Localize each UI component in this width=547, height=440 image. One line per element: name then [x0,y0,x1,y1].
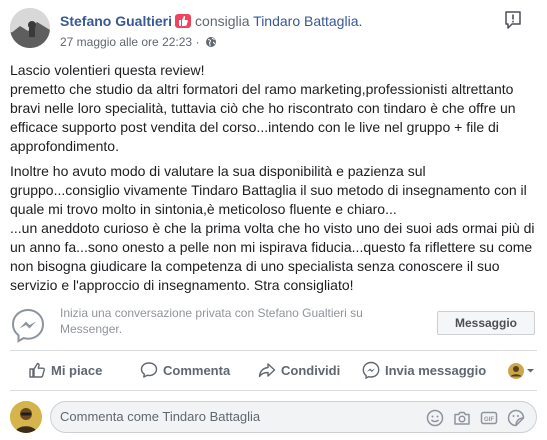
message-button[interactable]: Messaggio [437,311,535,335]
send-message-button[interactable]: Invia messaggio [362,358,486,384]
globe-icon [205,36,217,51]
like-label: Mi piace [51,363,103,378]
share-label: Condividi [281,363,341,378]
messenger-prompt: Inizia una conversazione privata con Ste… [10,305,537,345]
like-button[interactable]: Mi piace [28,358,102,384]
recommend-verb: consiglia [195,13,250,29]
meta-separator: · [195,35,200,49]
post-actions: Mi piace Commenta Condividi Invia messag… [10,358,537,384]
chevron-down-icon [527,369,534,373]
post-meta: 27 maggio alle ore 22:23 · [60,35,217,51]
messenger-icon [10,307,46,343]
author-name-link[interactable]: Stefano Gualtieri [60,13,172,29]
comment-composer: GIF [10,400,537,434]
emoji-icon[interactable] [426,409,444,427]
post-header: Stefano Gualtieri consiglia Tindaro Batta… [10,8,537,54]
thumbs-up-icon [29,362,45,378]
svg-text:GIF: GIF [484,417,494,423]
messenger-send-icon [362,361,380,380]
share-arrow-icon [258,363,276,378]
post-timestamp[interactable]: 27 maggio alle ore 22:23 [60,35,192,49]
comment-label: Commenta [163,363,231,378]
camera-icon[interactable] [453,409,471,427]
comment-input[interactable] [60,402,410,432]
author-line: Stefano Gualtieri consiglia Tindaro Batta… [60,13,362,29]
report-icon[interactable] [503,10,523,30]
send-message-label: Invia messaggio [385,363,487,378]
comment-box: GIF [50,401,537,433]
commenter-avatar[interactable] [10,401,42,433]
review-post: Stefano Gualtieri consiglia Tindaro Batta… [0,0,547,440]
speech-bubble-icon [140,362,158,378]
comment-button[interactable]: Commenta [140,358,230,384]
divider [10,390,537,391]
share-button[interactable]: Condividi [258,358,340,384]
messenger-prompt-text: Inizia una conversazione privata con Ste… [60,306,363,336]
audience-selector[interactable] [507,362,537,380]
recommend-badge-icon [175,14,192,28]
author-avatar[interactable] [10,8,50,48]
page-name-link[interactable]: Tindaro Battaglia. [253,13,362,29]
divider [10,350,537,351]
gif-icon[interactable]: GIF [480,409,498,427]
post-content: Lascio volentieri questa review! premett… [10,61,537,301]
post-paragraph: Inoltre ho avuto modo di valutare la sua… [10,163,535,293]
sticker-icon[interactable] [507,409,525,427]
post-paragraph: Lascio volentieri questa review! premett… [10,62,516,154]
